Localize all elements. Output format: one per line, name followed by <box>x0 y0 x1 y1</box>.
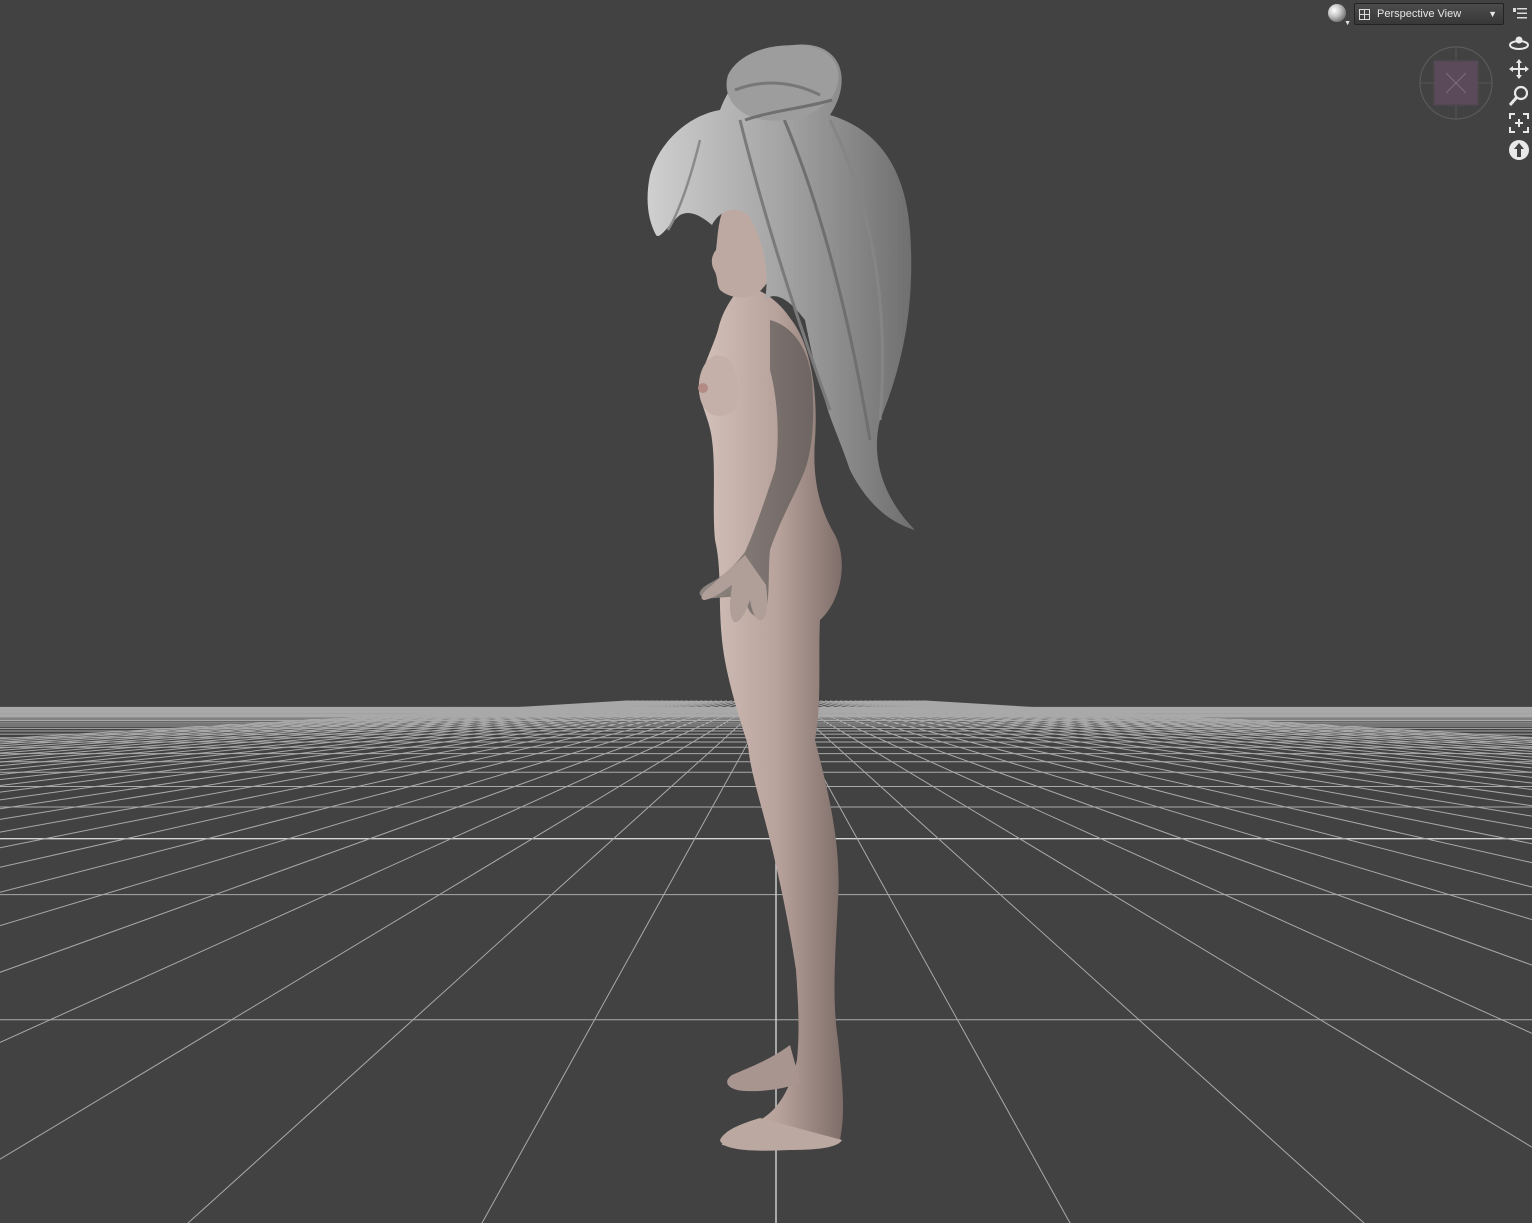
grid-radial-line <box>0 700 708 793</box>
viewport-options-menu-button[interactable] <box>1508 2 1532 26</box>
grid-radial-line <box>0 700 634 741</box>
grid-radial-line <box>0 700 762 1160</box>
reset-view-button[interactable] <box>1506 136 1532 163</box>
grid-radial-line <box>898 700 1532 748</box>
grid-radial-line <box>0 700 703 786</box>
pan-icon <box>1509 58 1529 79</box>
grid-radial-line <box>800 700 1532 966</box>
viewport-layout-icon <box>1359 8 1370 20</box>
grid-radial-line <box>922 700 1532 739</box>
view-cube-icon <box>1419 46 1493 120</box>
frame-tool-button[interactable] <box>1506 109 1532 136</box>
grid-radial-line <box>0 700 757 1043</box>
view-cube[interactable] <box>1418 45 1494 121</box>
orbit-icon <box>1509 36 1529 50</box>
grid-radial-line <box>0 700 698 781</box>
grid-radial-line <box>844 700 1532 791</box>
grid-radial-line <box>859 700 1532 773</box>
grid-radial-line <box>0 700 732 849</box>
grid-radial-line <box>810 700 1532 888</box>
grid-radial-line <box>829 700 1532 817</box>
figure-chest-detail <box>698 383 708 393</box>
grid-radial-line <box>903 700 1532 746</box>
grid-radial-line <box>815 700 1532 864</box>
grid-radial-line <box>913 700 1532 742</box>
grid-radial-line <box>187 700 767 1223</box>
grid-radial-line <box>834 700 1532 807</box>
grid-radial-line <box>0 700 713 801</box>
view-select-dropdown[interactable]: Perspective View ▼ <box>1354 3 1504 25</box>
chevron-down-icon: ▼ <box>1344 20 1351 27</box>
grid-radial-line <box>873 700 1532 761</box>
grid-radial-line <box>908 700 1532 744</box>
zoom-tool-button[interactable] <box>1506 82 1532 109</box>
draw-style-button[interactable]: ▼ <box>1326 1 1352 27</box>
figure-model[interactable] <box>647 44 915 1151</box>
frame-icon <box>1509 112 1529 133</box>
grid-radial-line <box>820 700 1532 845</box>
grid-radial-line <box>824 700 1532 830</box>
3d-viewport[interactable]: ▼ Perspective View ▼ <box>0 0 1532 1223</box>
grid-radial-line <box>0 700 752 973</box>
grid-radial-line <box>0 700 639 743</box>
figure-back-foot <box>727 1045 800 1092</box>
options-menu-icon <box>1513 8 1527 19</box>
viewport-toolbar: ▼ Perspective View ▼ <box>1326 0 1532 28</box>
grid-radial-line <box>0 700 728 833</box>
grid-radial-line <box>785 700 1365 1223</box>
view-select-label: Perspective View <box>1377 8 1462 20</box>
grid-radial-line <box>878 700 1532 758</box>
pan-tool-button[interactable] <box>1506 55 1532 82</box>
grid-radial-line <box>839 700 1532 798</box>
viewport-canvas[interactable] <box>0 0 1532 1223</box>
chevron-down-icon: ▼ <box>1488 9 1497 19</box>
grid-radial-line <box>849 700 1532 784</box>
zoom-icon <box>1508 85 1529 106</box>
grid-radial-line <box>854 700 1532 778</box>
grid-radial-line <box>0 700 747 927</box>
grid-radial-line <box>0 700 718 810</box>
orbit-tool-button[interactable] <box>1506 28 1532 55</box>
grid-radial-line <box>805 700 1532 921</box>
grid-radial-line <box>0 700 723 820</box>
navigation-tools <box>1506 28 1532 163</box>
reset-view-icon <box>1509 139 1529 160</box>
grid-radial-line <box>864 700 1532 769</box>
